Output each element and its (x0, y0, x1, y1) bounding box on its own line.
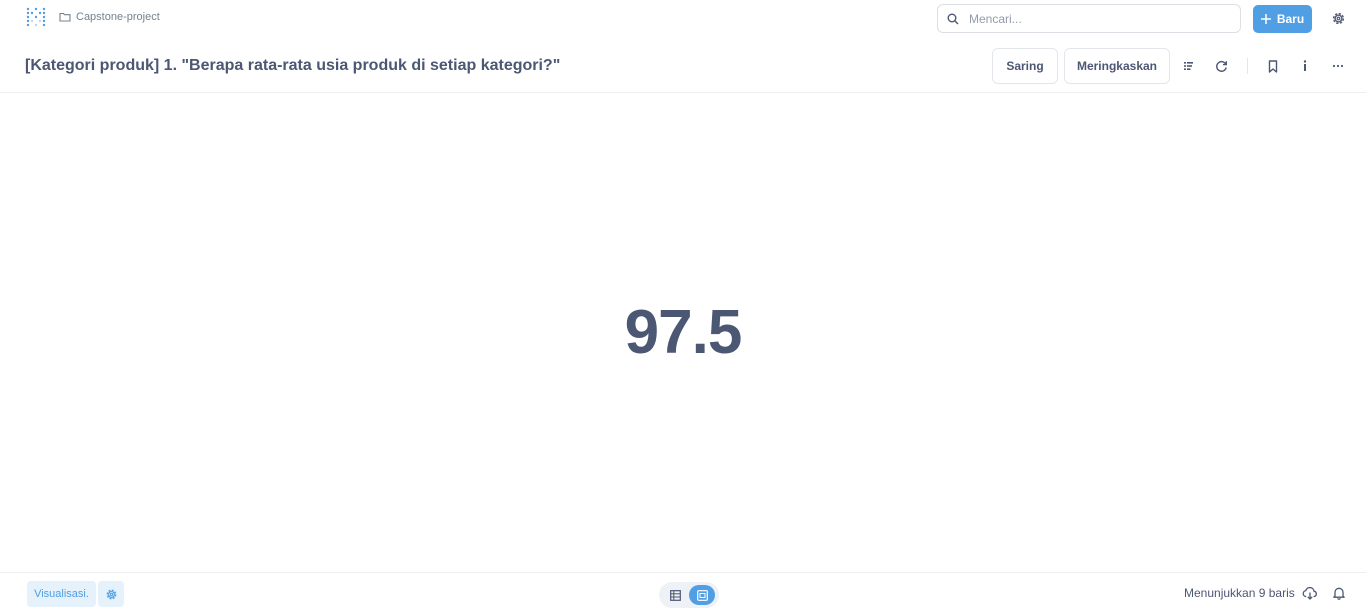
bookmark-icon (1268, 59, 1278, 73)
more-options-button[interactable] (1331, 59, 1345, 73)
scalar-visualization: 97.5 (0, 93, 1366, 572)
search-bar[interactable] (937, 4, 1241, 33)
table-view-toggle[interactable] (667, 587, 683, 603)
table-icon (669, 589, 681, 601)
notebook-button[interactable] (1182, 59, 1196, 73)
question-header: [Kategori produk] 1. "Berapa rata-rata u… (0, 40, 1366, 93)
metabase-logo[interactable] (26, 7, 46, 27)
bell-icon (1333, 587, 1345, 600)
info-button[interactable] (1298, 59, 1312, 73)
ellipsis-icon (1332, 64, 1344, 68)
refresh-button[interactable] (1214, 59, 1228, 73)
view-toggle (659, 582, 719, 608)
search-input[interactable] (969, 11, 1229, 26)
gear-icon (106, 589, 116, 599)
search-icon (947, 13, 959, 24)
info-icon (1303, 60, 1307, 71)
notebook-icon (1184, 62, 1193, 70)
scalar-icon (696, 589, 708, 601)
new-button-label: Baru (1276, 12, 1305, 26)
summarize-button[interactable]: Meringkaskan (1064, 48, 1170, 84)
collection-name: Capstone-project (76, 11, 160, 23)
download-button[interactable] (1302, 585, 1318, 601)
cloud-download-icon (1302, 586, 1317, 600)
collection-breadcrumb[interactable]: Capstone-project (59, 11, 160, 23)
bookmark-button[interactable] (1266, 59, 1280, 73)
scalar-value[interactable]: 97.5 (625, 297, 743, 368)
question-title[interactable]: [Kategori produk] 1. "Berapa rata-rata u… (25, 57, 560, 75)
visualization-settings-button[interactable] (98, 581, 124, 607)
gear-icon[interactable] (1331, 11, 1346, 26)
folder-icon (59, 12, 71, 22)
view-footer: Visualisasi. Menunjukkan 9 baris (0, 572, 1366, 610)
alert-button[interactable] (1331, 585, 1347, 601)
header-divider (1247, 58, 1248, 74)
visualization-button[interactable]: Visualisasi. (27, 581, 96, 607)
top-navigation: Capstone-project Baru (0, 0, 1366, 40)
refresh-icon (1215, 60, 1227, 72)
visualization-view-toggle[interactable] (689, 585, 715, 605)
new-button[interactable]: Baru (1253, 5, 1312, 33)
row-count[interactable]: Menunjukkan 9 baris (1184, 586, 1295, 600)
filter-button[interactable]: Saring (992, 48, 1058, 84)
plus-icon (1260, 14, 1271, 24)
